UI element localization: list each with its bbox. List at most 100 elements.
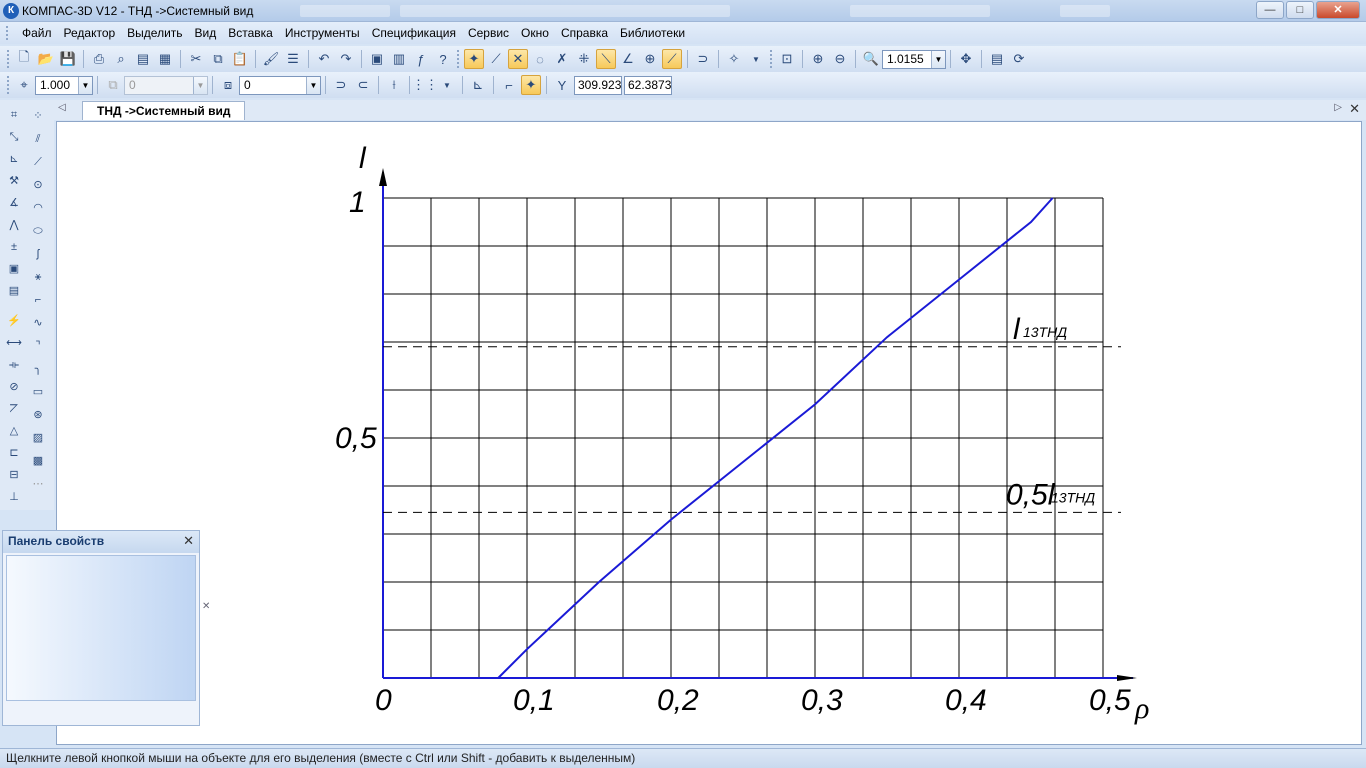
tab-scroll-right-icon[interactable]: ▷ — [1334, 102, 1342, 113]
redo-icon[interactable]: ↷ — [336, 49, 356, 69]
format-painter-icon[interactable]: 🖌 — [261, 49, 281, 69]
tab-tnd-system-view[interactable]: ТНД ->Системный вид — [82, 101, 246, 120]
triangle-tool-icon[interactable]: △ — [5, 422, 23, 440]
snap-grid-icon[interactable]: ⁜ — [574, 49, 594, 69]
step-cursor-icon[interactable]: ⌖ — [14, 75, 34, 95]
fillet-tool-icon[interactable]: ╮ — [29, 360, 47, 378]
chevron-down-icon[interactable]: ▼ — [306, 76, 320, 94]
zoom-combo[interactable]: 1.0155 ▼ — [882, 49, 946, 69]
dropdown-arrow-icon[interactable]: ▼ — [746, 49, 766, 69]
continuous-input-icon[interactable]: ⚹ — [29, 268, 47, 286]
menu-select[interactable]: Выделить — [121, 26, 188, 40]
angle-tool-icon[interactable]: ⦢ — [5, 400, 23, 418]
more-tools-icon[interactable]: ⋯ — [29, 475, 47, 493]
orthogonal-icon[interactable]: ⟊ — [384, 75, 404, 95]
chevron-down-icon[interactable]: ▼ — [931, 50, 945, 68]
layer-combo[interactable]: 0 ▼ — [239, 75, 321, 95]
function-icon[interactable]: ƒ — [411, 49, 431, 69]
vertical-dimension-icon[interactable]: ⟛ — [5, 356, 23, 374]
zoom-in-icon[interactable]: ⊕ — [808, 49, 828, 69]
snap-nearest-point-icon[interactable]: ✦ — [464, 49, 484, 69]
ruler-tool-icon[interactable]: ⊟ — [5, 466, 23, 484]
segment-tool-icon[interactable]: ⟋ — [29, 153, 47, 171]
menu-editor[interactable]: Редактор — [58, 26, 122, 40]
menu-service[interactable]: Сервис — [462, 26, 515, 40]
spline-tool-icon[interactable]: ʃ — [29, 245, 47, 263]
associative-views-icon[interactable]: ▣ — [5, 260, 23, 278]
paste-icon[interactable]: 📋 — [230, 49, 250, 69]
ortho-mode-icon[interactable]: ✦ — [521, 75, 541, 95]
circle-tool-icon[interactable]: ⊙ — [29, 176, 47, 194]
manager-tree-icon[interactable]: ▣ — [367, 49, 387, 69]
grid-icon[interactable]: ⋮⋮ — [412, 75, 438, 95]
arc-tool-icon[interactable]: ◠ — [29, 199, 47, 217]
snap-intersection-icon[interactable]: ✕ — [508, 49, 528, 69]
dimensions-group-icon[interactable]: ⤡ — [5, 128, 23, 146]
copy-icon[interactable]: ⧉ — [208, 49, 228, 69]
tab-close-icon[interactable]: ✕ — [1349, 101, 1360, 117]
close-icon[interactable]: ✕ — [1316, 1, 1360, 19]
frame-tool-icon[interactable]: ⊏ — [5, 444, 23, 462]
menu-specification[interactable]: Спецификация — [366, 26, 462, 40]
menu-window[interactable]: Окно — [515, 26, 555, 40]
editing-group-icon[interactable]: ⚒ — [5, 172, 23, 190]
compass-icon[interactable]: ⊘ — [5, 378, 23, 396]
parametrization-group-icon[interactable]: ∡ — [5, 194, 23, 212]
spec-group-icon[interactable]: ▤ — [5, 282, 23, 300]
document-manager-icon[interactable]: ▦ — [155, 49, 175, 69]
dropdown-arrow-icon[interactable]: ▼ — [437, 75, 457, 95]
local-coordinates-icon[interactable]: ⊾ — [468, 75, 488, 95]
snap-normal-icon[interactable]: ✗ — [552, 49, 572, 69]
base-tool-icon[interactable]: ⊥ — [5, 488, 23, 506]
measure-group-icon[interactable]: ⋀ — [5, 216, 23, 234]
pan-icon[interactable]: ✥ — [956, 49, 976, 69]
menu-grip[interactable] — [6, 26, 10, 40]
fill-tool-icon[interactable]: ▩ — [29, 452, 47, 470]
snap-tangent-icon[interactable]: ◌ — [530, 49, 550, 69]
report-group-icon[interactable]: ⚡ — [5, 312, 23, 330]
snap-alignment-icon[interactable]: ⟋ — [662, 49, 682, 69]
minimize-icon[interactable]: — — [1256, 1, 1284, 19]
menu-tools[interactable]: Инструменты — [279, 26, 366, 40]
tab-scroll-left-icon[interactable]: ◁ — [58, 102, 66, 113]
round-mode-icon[interactable]: ⌐ — [499, 75, 519, 95]
variables-icon[interactable]: ▥ — [389, 49, 409, 69]
page-setup-icon[interactable]: ▤ — [133, 49, 153, 69]
new-document-icon[interactable]: 🗋 — [14, 49, 34, 69]
zoom-scale-icon[interactable]: 🔍 — [861, 49, 881, 69]
select-group-icon[interactable]: ± — [5, 238, 23, 256]
coord-x-field[interactable]: 309.923 — [574, 75, 622, 95]
auxiliary-line-icon[interactable]: ⫽ — [29, 130, 47, 148]
designations-group-icon[interactable]: ⊾ — [5, 150, 23, 168]
hatch-tool-icon[interactable]: ▨ — [29, 429, 47, 447]
save-icon[interactable]: 💾 — [58, 49, 78, 69]
rectangle-tool-icon[interactable]: ▭ — [29, 383, 47, 401]
menu-view[interactable]: Вид — [189, 26, 223, 40]
layers-icon[interactable]: ⧈ — [218, 75, 238, 95]
magnet-icon[interactable]: ⊃ — [693, 49, 713, 69]
chamfer-tool-icon[interactable]: ⌝ — [29, 337, 47, 355]
ellipse-tool-icon[interactable]: ⬭ — [29, 222, 47, 240]
view-icon[interactable]: ⧉ — [103, 75, 123, 95]
toolbar-grip[interactable] — [7, 76, 10, 94]
menu-insert[interactable]: Вставка — [222, 26, 279, 40]
properties-icon[interactable]: ☰ — [283, 49, 303, 69]
snap-center-icon[interactable]: ⊕ — [640, 49, 660, 69]
bezier-tool-icon[interactable]: ∿ — [29, 314, 47, 332]
snap-midpoint-icon[interactable]: ⟋ — [486, 49, 506, 69]
local-snap-magnet-icon[interactable]: ⊂ — [353, 75, 373, 95]
maximize-icon[interactable]: □ — [1286, 1, 1314, 19]
context-help-icon[interactable]: ? — [433, 49, 453, 69]
print-icon[interactable]: ⎙ — [89, 49, 109, 69]
snap-magnet-icon[interactable]: ⊃ — [331, 75, 351, 95]
horizontal-dimension-icon[interactable]: ⟷ — [5, 334, 23, 352]
redraw-icon[interactable]: ▤ — [987, 49, 1007, 69]
menu-help[interactable]: Справка — [555, 26, 614, 40]
snap-point-on-curve-icon[interactable]: ∠ — [618, 49, 638, 69]
open-folder-icon[interactable]: 📂 — [36, 49, 56, 69]
cut-icon[interactable]: ✂ — [186, 49, 206, 69]
cursor-step-combo[interactable]: 1.000 ▼ — [35, 75, 93, 95]
menu-file[interactable]: Файл — [16, 26, 58, 40]
undo-icon[interactable]: ↶ — [314, 49, 334, 69]
menu-libraries[interactable]: Библиотеки — [614, 26, 691, 40]
